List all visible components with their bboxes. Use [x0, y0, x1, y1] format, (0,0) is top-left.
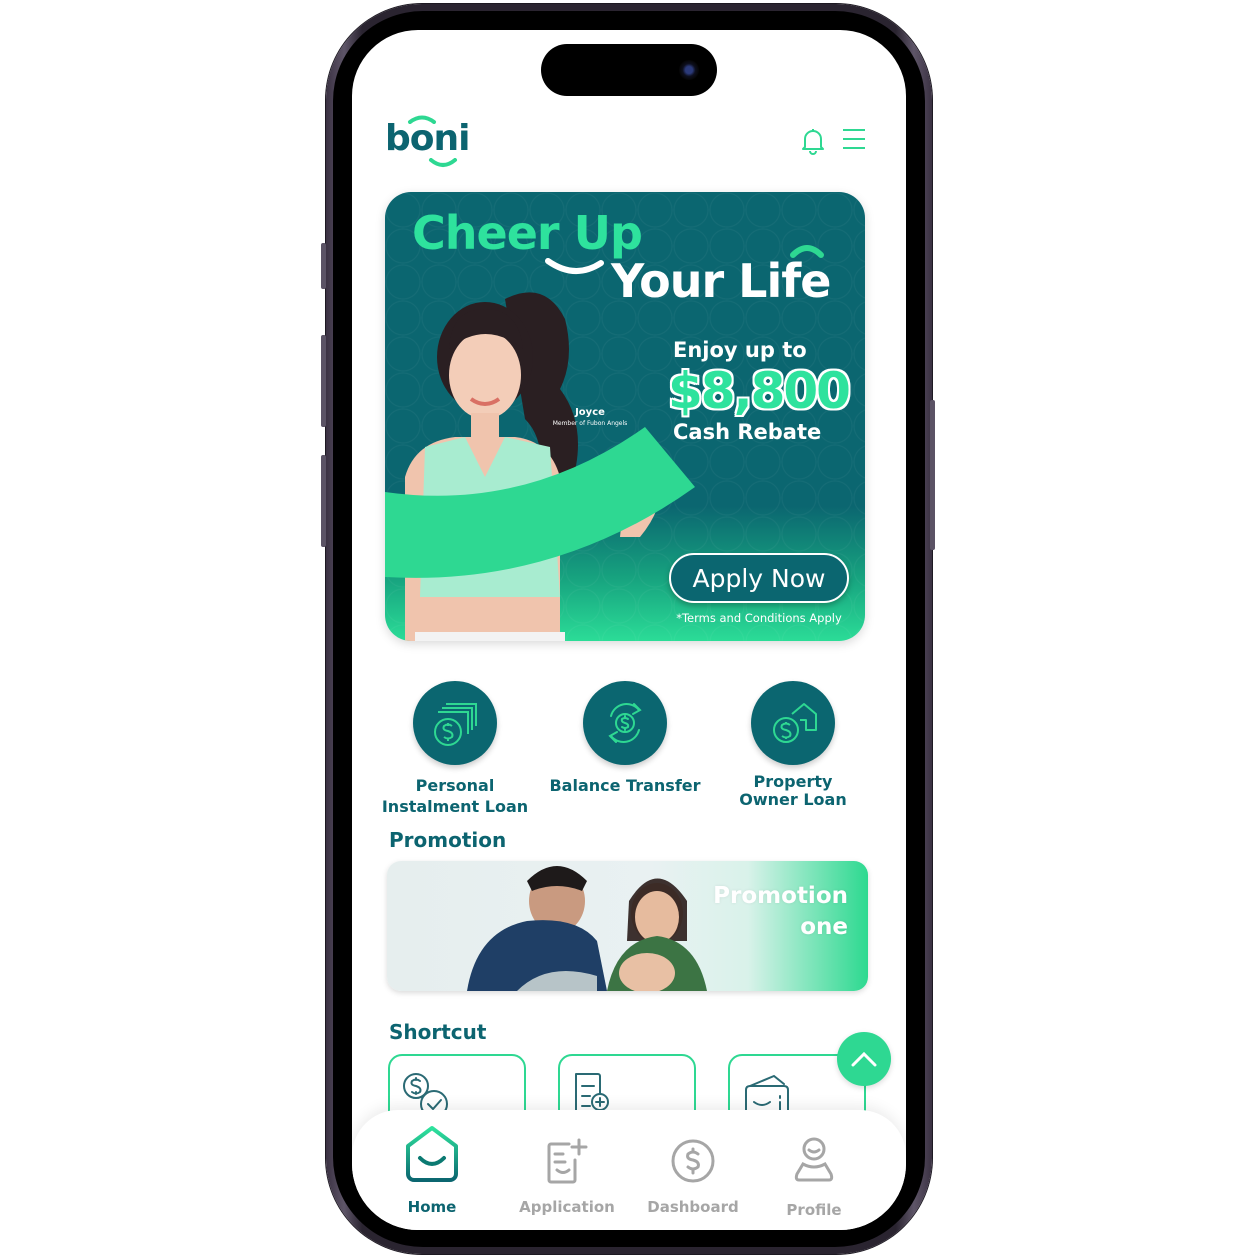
ambassador-name: Joyce [575, 407, 605, 418]
nav-label: Home [407, 1198, 457, 1216]
product-icon-circle [583, 681, 667, 765]
home-icon [406, 1126, 458, 1182]
logo-text: boni [385, 118, 470, 159]
app-screen: boni Cheer Up Your Life Enjoy up to $8,8… [352, 30, 906, 1230]
nav-dashboard[interactable]: Dashboard [628, 1110, 758, 1216]
cash-stack-icon [434, 703, 477, 746]
bell-icon[interactable] [800, 126, 826, 156]
hamburger-menu-icon[interactable] [842, 128, 866, 150]
terms-text[interactable]: *Terms and Conditions Apply [669, 611, 849, 625]
action-button [321, 243, 326, 289]
nav-profile[interactable]: Profile [749, 1110, 879, 1219]
application-icon [547, 1138, 588, 1184]
shortcut-title: Shortcut [389, 1020, 487, 1044]
hero-title-line1: Cheer Up [412, 206, 643, 260]
chevron-up-icon [851, 1051, 877, 1067]
logo-arc-bottom [429, 158, 457, 167]
nav-home[interactable]: Home [367, 1110, 497, 1216]
product-balance-transfer[interactable]: Balance Transfer [545, 681, 705, 796]
scroll-to-top-button[interactable] [837, 1032, 891, 1086]
product-list: Personal Instalment Loan Balance Transfer [382, 681, 865, 821]
ambassador-photo [385, 292, 695, 641]
apply-now-button[interactable]: Apply Now [669, 553, 849, 603]
promotion-banner-text: Promotion one [713, 883, 848, 940]
hero-banner[interactable]: Cheer Up Your Life Enjoy up to $8,800 Ca… [385, 192, 865, 641]
promotion-title: Promotion [389, 828, 507, 852]
nav-label: Dashboard [647, 1198, 739, 1216]
nav-label: Application [519, 1198, 615, 1216]
volume-down-button [321, 455, 326, 547]
power-button [930, 400, 935, 550]
profile-icon [794, 1137, 834, 1182]
product-personal-instalment-loan[interactable]: Personal Instalment Loan [375, 681, 535, 817]
logo-arc-top [408, 115, 436, 124]
dollar-house-icon [773, 703, 817, 743]
product-label: Property Owner Loan [739, 772, 847, 809]
product-label: Personal Instalment Loan [381, 776, 529, 816]
boni-logo[interactable]: boni [385, 115, 470, 167]
camera-icon [679, 60, 699, 80]
promotion-banner[interactable]: Promotion one [387, 861, 868, 991]
promotion-family-photo [467, 866, 707, 991]
ambassador-title: Member of Fubon Angels [552, 420, 628, 427]
bottom-navigation: Home Application Dashboard Profile [352, 1110, 906, 1230]
smile-arc-decoration [545, 258, 604, 274]
ambassador-caption: Joyce Member of Fubon Angels [535, 407, 645, 429]
dynamic-island [541, 44, 717, 96]
dollar-transfer-icon [608, 703, 642, 743]
product-icon-circle [413, 681, 497, 765]
product-icon-circle [751, 681, 835, 765]
product-property-owner-loan[interactable]: Property Owner Loan [713, 681, 873, 809]
dollar-circle-icon [671, 1139, 715, 1183]
product-label: Balance Transfer [549, 776, 701, 795]
volume-up-button [321, 335, 326, 427]
nav-label: Profile [786, 1201, 842, 1219]
nav-application[interactable]: Application [502, 1110, 632, 1216]
app-header: boni [352, 115, 906, 168]
